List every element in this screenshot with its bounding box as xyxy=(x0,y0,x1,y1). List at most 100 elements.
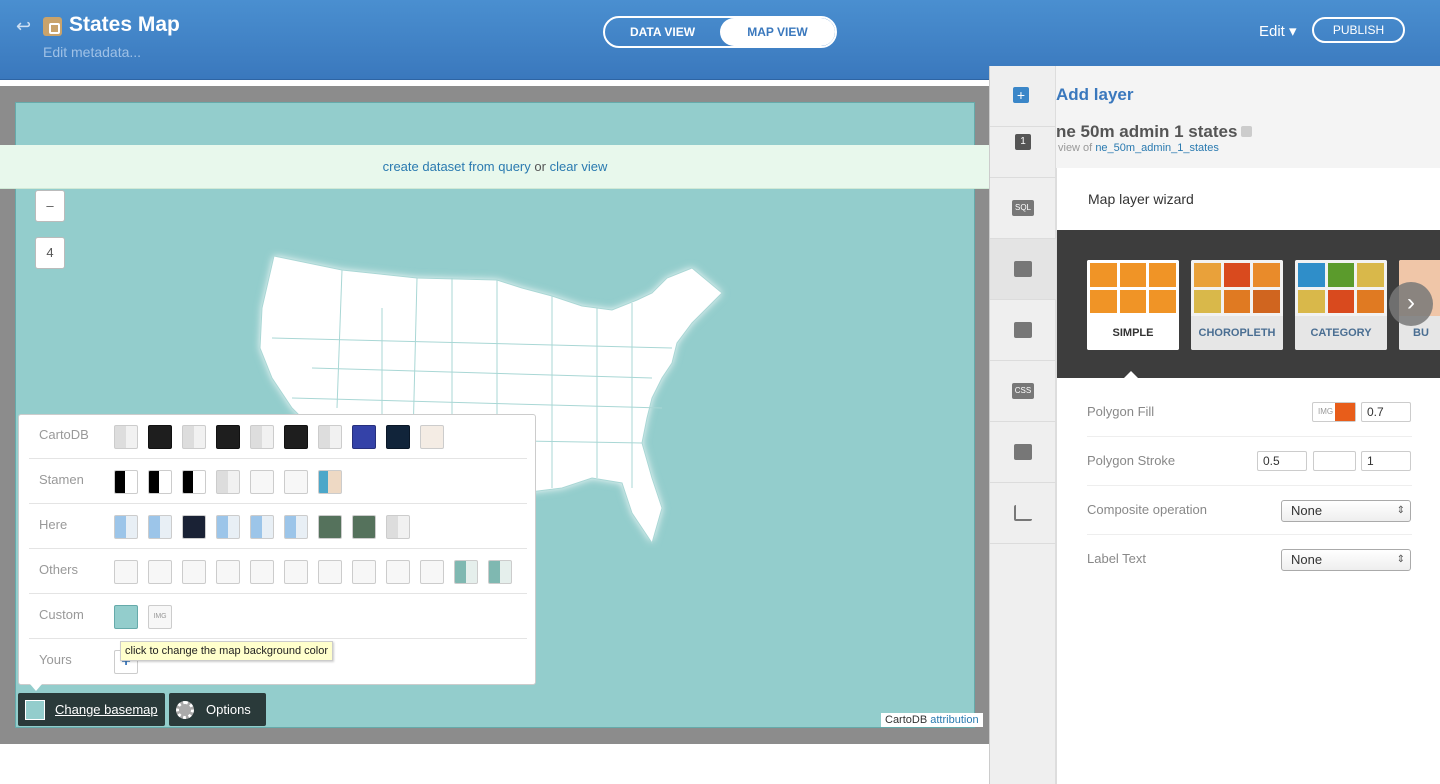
basemap-thumb[interactable] xyxy=(352,515,376,539)
basemap-row-cartodb: CartoDB xyxy=(29,415,527,459)
edit-menu[interactable]: Edit ▾ xyxy=(1259,22,1297,40)
basemap-thumb[interactable] xyxy=(148,560,172,584)
basemap-thumb[interactable] xyxy=(182,515,206,539)
basemap-thumb[interactable] xyxy=(216,515,240,539)
carousel-next-icon[interactable]: › xyxy=(1389,282,1433,326)
basemap-thumb[interactable] xyxy=(488,560,512,584)
rail-filters[interactable] xyxy=(990,483,1056,544)
rail-legend[interactable] xyxy=(990,422,1056,483)
data-view-tab[interactable]: DATA VIEW xyxy=(605,18,720,46)
label-text-select[interactable]: None xyxy=(1281,549,1411,571)
publish-button[interactable]: PUBLISH xyxy=(1312,17,1405,43)
basemap-panel-arrow xyxy=(30,684,42,691)
view-toggle: DATA VIEW MAP VIEW xyxy=(603,16,837,48)
stroke-opacity-stepper[interactable]: 1 xyxy=(1361,451,1411,471)
basemap-thumb[interactable] xyxy=(284,470,308,494)
prop-polygon-stroke: Polygon Stroke 0.5 1 xyxy=(1087,437,1412,486)
selected-type-notch xyxy=(1122,371,1140,380)
map-attribution: CartoDB attribution xyxy=(881,713,983,727)
map-title[interactable]: States Map xyxy=(69,13,180,37)
query-bar: create dataset from query or clear view xyxy=(0,145,990,189)
basemap-row-stamen: Stamen xyxy=(29,460,527,504)
composite-operation-select[interactable]: None xyxy=(1281,500,1411,522)
basemap-thumb[interactable] xyxy=(216,425,240,449)
background-color-tooltip: click to change the map background color xyxy=(120,641,334,661)
prop-label-text: Label Text None xyxy=(1087,535,1412,584)
basemap-thumb[interactable] xyxy=(114,560,138,584)
zoom-out-button[interactable]: – xyxy=(35,190,65,222)
basemap-thumb[interactable] xyxy=(182,470,206,494)
basemap-thumb[interactable] xyxy=(386,425,410,449)
basemap-thumb[interactable] xyxy=(114,470,138,494)
lock-icon[interactable] xyxy=(43,17,62,36)
layer-name[interactable]: ne 50m admin 1 states xyxy=(1056,122,1253,142)
change-basemap-button[interactable]: Change basemap xyxy=(18,693,165,726)
rail-layer-number[interactable]: 1 xyxy=(990,107,1056,178)
fill-opacity-stepper[interactable]: 0.7 xyxy=(1361,402,1411,422)
basemap-row-label: Here xyxy=(39,517,68,532)
basemap-thumb[interactable] xyxy=(182,560,206,584)
custom-image-button[interactable]: IMG xyxy=(148,605,172,629)
layer-number-badge: 1 xyxy=(1015,134,1031,150)
basemap-thumb[interactable] xyxy=(250,560,274,584)
wizard-type-choropleth[interactable]: CHOROPLETH xyxy=(1191,260,1283,350)
create-dataset-link[interactable]: create dataset from query xyxy=(383,159,531,174)
wizard-type-simple[interactable]: SIMPLE xyxy=(1087,260,1179,350)
icon-rail: + 1 SQL CSS xyxy=(990,66,1056,784)
basemap-thumb[interactable] xyxy=(114,515,138,539)
basemap-row-label: Others xyxy=(39,562,79,577)
basemap-thumb[interactable] xyxy=(250,425,274,449)
change-basemap-label: Change basemap xyxy=(55,702,158,717)
edit-metadata-link[interactable]: Edit metadata... xyxy=(43,44,141,60)
custom-background-color-swatch[interactable] xyxy=(114,605,138,629)
basemap-thumb[interactable] xyxy=(250,515,274,539)
wizard-type-category[interactable]: CATEGORY xyxy=(1295,260,1387,350)
wizard-type-label: SIMPLE xyxy=(1087,316,1179,350)
basemap-thumb[interactable] xyxy=(216,560,240,584)
fill-color-swatch[interactable] xyxy=(1335,403,1355,421)
basemap-thumb[interactable] xyxy=(454,560,478,584)
basemap-thumb[interactable] xyxy=(284,515,308,539)
clear-view-link[interactable]: clear view xyxy=(550,159,608,174)
basemap-thumb[interactable] xyxy=(318,470,342,494)
rail-css[interactable]: CSS xyxy=(990,361,1056,422)
rail-wizard[interactable] xyxy=(990,239,1056,300)
basemap-row-label: CartoDB xyxy=(39,427,89,442)
basemap-row-custom: Custom IMG xyxy=(29,595,527,639)
speech-bubble-icon xyxy=(1014,322,1032,338)
basemap-thumb[interactable] xyxy=(386,560,410,584)
add-layer-link[interactable]: Add layer xyxy=(1056,85,1133,105)
basemap-thumb[interactable] xyxy=(352,560,376,584)
rail-sql[interactable]: SQL xyxy=(990,178,1056,239)
map-view-tab[interactable]: MAP VIEW xyxy=(720,18,835,46)
attribution-link[interactable]: attribution xyxy=(930,714,978,726)
basemap-thumb[interactable] xyxy=(250,470,274,494)
basemap-thumb[interactable] xyxy=(148,425,172,449)
rail-infowindow[interactable] xyxy=(990,300,1056,361)
source-table-link[interactable]: ne_50m_admin_1_states xyxy=(1095,142,1219,154)
prop-composite-operation: Composite operation None xyxy=(1087,486,1412,535)
wizard-type-label: CATEGORY xyxy=(1295,316,1387,350)
basemap-thumb[interactable] xyxy=(148,515,172,539)
back-arrow-icon[interactable]: ↩ xyxy=(16,16,31,37)
basemap-thumb[interactable] xyxy=(216,470,240,494)
fill-picker[interactable]: IMG xyxy=(1312,402,1356,422)
basemap-row-label: Stamen xyxy=(39,472,84,487)
basemap-thumb[interactable] xyxy=(284,425,308,449)
stroke-color-picker[interactable] xyxy=(1313,451,1356,471)
gear-icon xyxy=(176,700,194,719)
basemap-thumb[interactable] xyxy=(284,560,308,584)
options-button[interactable]: Options xyxy=(169,693,266,726)
rss-icon[interactable] xyxy=(1241,126,1253,137)
basemap-thumb[interactable] xyxy=(318,560,342,584)
basemap-thumb[interactable] xyxy=(114,425,138,449)
basemap-thumb[interactable] xyxy=(420,560,444,584)
basemap-thumb[interactable] xyxy=(352,425,376,449)
basemap-thumb[interactable] xyxy=(386,515,410,539)
stroke-width-stepper[interactable]: 0.5 xyxy=(1257,451,1307,471)
basemap-thumb[interactable] xyxy=(182,425,206,449)
basemap-thumb[interactable] xyxy=(148,470,172,494)
basemap-thumb[interactable] xyxy=(318,515,342,539)
basemap-thumb[interactable] xyxy=(420,425,444,449)
basemap-thumb[interactable] xyxy=(318,425,342,449)
